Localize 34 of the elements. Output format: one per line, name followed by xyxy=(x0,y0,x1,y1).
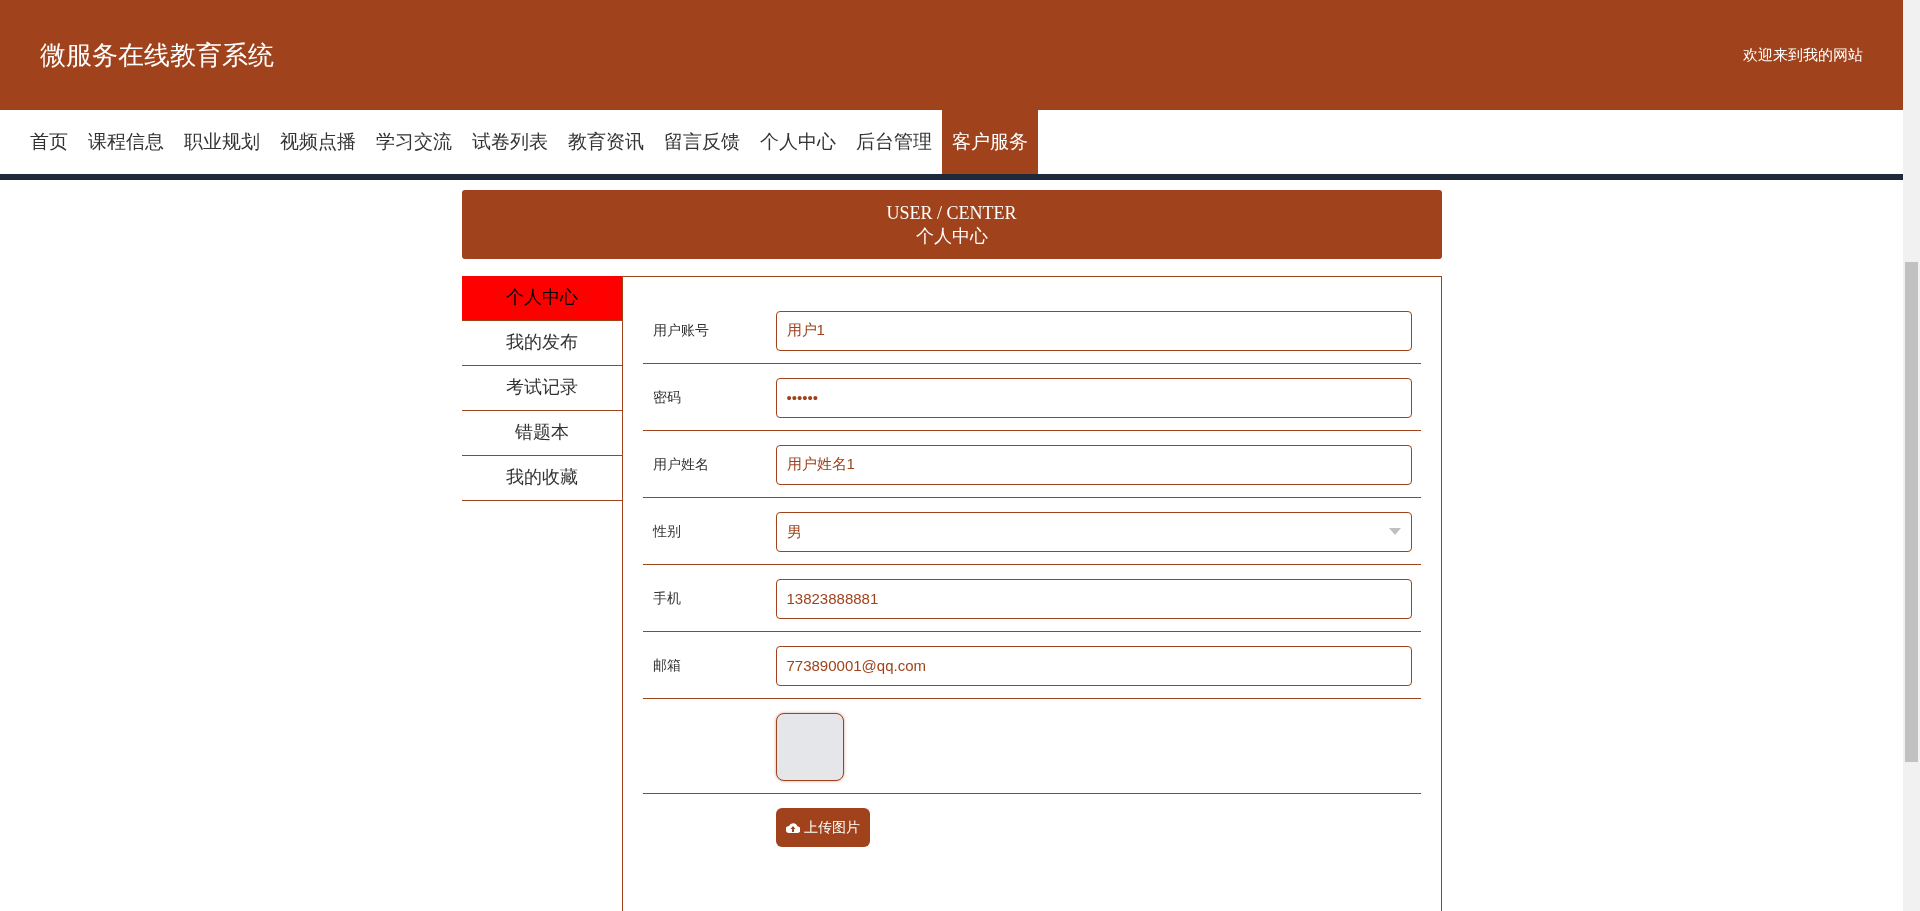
nav-link[interactable]: 试卷列表 xyxy=(462,110,558,174)
nav-link[interactable]: 后台管理 xyxy=(846,110,942,174)
nav-link[interactable]: 课程信息 xyxy=(78,110,174,174)
scrollbar[interactable] xyxy=(1903,0,1920,911)
nav-link[interactable]: 留言反馈 xyxy=(654,110,750,174)
nav-link[interactable]: 个人中心 xyxy=(750,110,846,174)
field-label: 用户账号 xyxy=(651,321,710,341)
field-label: 密码 xyxy=(651,388,682,408)
banner-title-en: USER / CENTER xyxy=(885,202,1018,225)
field-label: 手机 xyxy=(651,589,682,609)
field-label: 性别 xyxy=(651,522,682,542)
photo-placeholder xyxy=(775,712,844,781)
nav-link[interactable]: 教育资讯 xyxy=(558,110,654,174)
nav-link[interactable]: 视频点播 xyxy=(270,110,366,174)
input-field[interactable]: 用户1 xyxy=(775,310,1412,351)
welcome-text: 欢迎来到我的网站 xyxy=(1743,44,1863,65)
nav-link[interactable]: 职业规划 xyxy=(174,110,270,174)
input-field[interactable]: •••••• xyxy=(775,377,1412,418)
nav-link[interactable]: 学习交流 xyxy=(366,110,462,174)
nav-link[interactable]: 客户服务 xyxy=(942,110,1038,174)
cloud-upload-icon xyxy=(785,821,800,833)
select-field[interactable]: 男 xyxy=(775,511,1412,552)
input-field[interactable]: 773890001@qq.com xyxy=(775,645,1412,686)
upload-button[interactable]: 上传图片 xyxy=(775,807,870,847)
caret-icon xyxy=(1388,528,1401,536)
sidebar-item[interactable]: 个人中心 xyxy=(461,275,622,321)
site-title: 微服务在线教育系统 xyxy=(40,38,274,72)
banner-title: 个人中心 xyxy=(914,225,989,249)
field-label: 用户姓名 xyxy=(651,455,710,475)
field-label: 邮箱 xyxy=(651,656,682,676)
input-field[interactable]: 用户姓名1 xyxy=(775,444,1412,485)
input-field[interactable]: 13823888881 xyxy=(775,578,1412,619)
scrollbar-thumb[interactable] xyxy=(1905,262,1918,762)
nav-link[interactable]: 首页 xyxy=(20,110,78,174)
